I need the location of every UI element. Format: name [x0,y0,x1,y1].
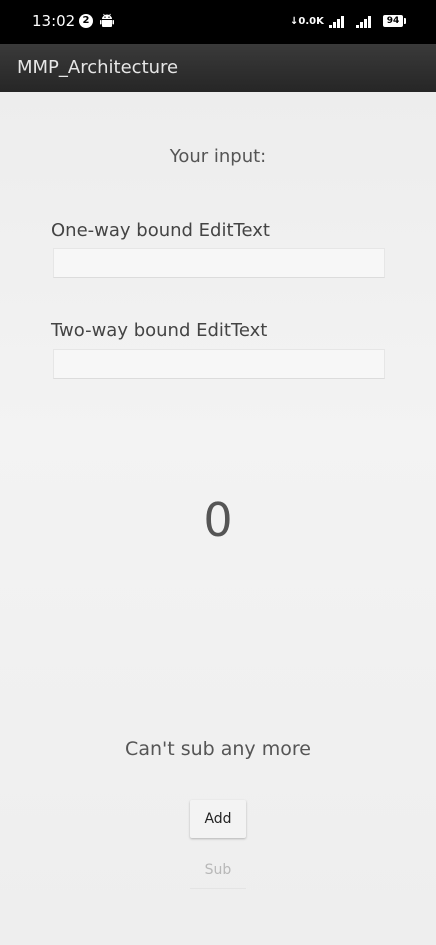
battery-icon: 94 [383,15,406,27]
status-bar: 13:02 2 ↓0.0K 94 [0,0,436,44]
counter-value: 0 [203,493,233,547]
android-icon [100,13,114,27]
cell-signal-icon [356,16,371,28]
status-time: 13:02 [32,12,76,30]
input-header: Your input: [169,146,267,167]
app-title: MMP_Architecture [17,57,179,78]
two-way-edit-text[interactable] [53,349,385,379]
notification-count-badge: 2 [79,14,93,28]
wifi-signal-icon [329,16,344,28]
add-button[interactable]: Add [190,800,246,838]
status-message: Can't sub any more [125,738,311,760]
two-way-field-label: Two-way bound EditText [51,320,268,341]
one-way-edit-text[interactable] [53,248,385,278]
network-speed: ↓0.0K [290,16,324,27]
sub-button[interactable]: Sub [190,851,246,889]
app-bar: MMP_Architecture [0,44,436,92]
one-way-field-label: One-way bound EditText [51,220,270,241]
